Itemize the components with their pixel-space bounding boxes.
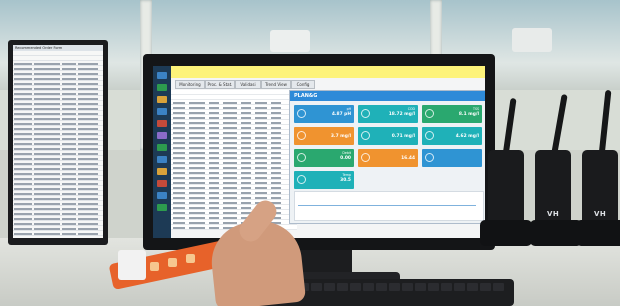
keyboard-key[interactable] xyxy=(415,283,426,291)
data-grid xyxy=(171,90,297,230)
sensor-value: 16.44 xyxy=(401,156,415,161)
keyboard-key[interactable] xyxy=(428,283,439,291)
sensor-value: 3.7 mg/l xyxy=(330,134,351,139)
tab-monitoring[interactable]: Monitoring xyxy=(175,80,205,89)
outdoor-equipment xyxy=(512,28,552,52)
dashboard-title: PLAN&G xyxy=(294,93,318,99)
sensor-value: 4.87 pH xyxy=(331,112,351,117)
walkie-talkie xyxy=(535,150,571,230)
sensor-label: pH xyxy=(346,107,351,111)
app-title-bar xyxy=(171,66,485,78)
outdoor-equipment xyxy=(270,30,310,52)
power-socket xyxy=(186,254,195,263)
sensor-value: 30.5 xyxy=(340,178,351,183)
table-row xyxy=(13,236,103,238)
sensor-tile[interactable]: 3.7 mg/l xyxy=(294,127,354,145)
sensor-icon xyxy=(425,153,434,162)
keyboard-key[interactable] xyxy=(363,283,374,291)
app-icon[interactable] xyxy=(157,180,167,187)
sensor-tile[interactable]: 4.62 mg/l xyxy=(422,127,482,145)
sensor-value: 0.00 xyxy=(340,156,351,161)
sensor-label: Debit xyxy=(342,151,351,155)
sensor-icon xyxy=(297,175,306,184)
walkie-talkie xyxy=(488,150,524,230)
sensor-icon xyxy=(297,153,306,162)
app-icon[interactable] xyxy=(157,84,167,91)
left-monitor-screen: Recommended Order Form xyxy=(13,45,103,238)
tab-proc-stat[interactable]: Proc. & Stat. xyxy=(205,80,235,89)
left-screen-table xyxy=(13,51,103,238)
sensor-icon xyxy=(361,153,370,162)
keyboard-key[interactable] xyxy=(493,283,504,291)
keyboard-key[interactable] xyxy=(350,283,361,291)
trend-line xyxy=(298,205,476,206)
radio-charger xyxy=(480,220,532,246)
sensor-icon xyxy=(297,109,306,118)
sensor-label: TSS xyxy=(473,107,479,111)
keyboard-key[interactable] xyxy=(389,283,400,291)
sensor-tile[interactable]: 16.44 xyxy=(358,149,418,167)
sensor-tile[interactable]: TSS 8.1 mg/l xyxy=(422,105,482,123)
sensor-icon xyxy=(425,109,434,118)
app-icon[interactable] xyxy=(157,204,167,211)
sensor-value: 4.62 mg/l xyxy=(455,134,479,139)
sensor-label: Temp xyxy=(342,173,352,177)
application-window: Monitoring Proc. & Stat. Validasi Trend … xyxy=(171,66,485,238)
photo-scene: Recommended Order Form Monitoring Proc. … xyxy=(0,0,620,306)
app-icon[interactable] xyxy=(157,156,167,163)
app-icon[interactable] xyxy=(157,168,167,175)
app-icon[interactable] xyxy=(157,72,167,79)
dashboard-header: PLAN&G xyxy=(290,91,485,101)
radio-brand-label: VH xyxy=(594,210,607,218)
trend-chart-area xyxy=(294,191,484,221)
app-icon[interactable] xyxy=(157,144,167,151)
keyboard-key[interactable] xyxy=(337,283,348,291)
sensor-tile[interactable] xyxy=(422,149,482,167)
sensor-tile[interactable]: pH 4.87 pH xyxy=(294,105,354,123)
walkie-talkie xyxy=(582,150,618,230)
power-socket xyxy=(168,258,177,267)
keyboard-key[interactable] xyxy=(480,283,491,291)
keyboard-key[interactable] xyxy=(311,283,322,291)
sensor-tile[interactable]: COD 18.72 mg/l xyxy=(358,105,418,123)
charger-plug xyxy=(118,250,146,280)
tab-validasi[interactable]: Validasi xyxy=(235,80,261,89)
app-icon[interactable] xyxy=(157,108,167,115)
sensor-value: 8.1 mg/l xyxy=(458,112,479,117)
main-screen: Monitoring Proc. & Stat. Validasi Trend … xyxy=(153,66,485,238)
sensor-tile[interactable]: Debit 0.00 xyxy=(294,149,354,167)
app-icon[interactable] xyxy=(157,192,167,199)
keyboard-key[interactable] xyxy=(402,283,413,291)
power-socket xyxy=(150,262,159,271)
radio-charger xyxy=(530,220,582,246)
tab-trend-view[interactable]: Trend View xyxy=(261,80,291,89)
app-icon[interactable] xyxy=(157,96,167,103)
keyboard-key[interactable] xyxy=(454,283,465,291)
sensor-icon xyxy=(425,131,434,140)
sensor-value: 0.71 mg/l xyxy=(391,134,415,139)
sensor-value: 18.72 mg/l xyxy=(388,112,415,117)
dashboard-window: PLAN&G pH 4.87 pH COD 18.72 mg/l TSS 8.1 mg/l… xyxy=(289,90,485,224)
sensor-tile[interactable]: Temp 30.5 xyxy=(294,171,354,189)
sensor-label: COD xyxy=(407,107,415,111)
keyboard-key[interactable] xyxy=(441,283,452,291)
desktop-taskbar xyxy=(153,66,171,238)
app-icon[interactable] xyxy=(157,120,167,127)
sensor-tile[interactable]: 0.71 mg/l xyxy=(358,127,418,145)
keyboard-key[interactable] xyxy=(376,283,387,291)
keyboard-key[interactable] xyxy=(467,283,478,291)
radio-brand-label: VH xyxy=(547,210,560,218)
sensor-icon xyxy=(297,131,306,140)
keyboard-key[interactable] xyxy=(324,283,335,291)
sensor-icon xyxy=(361,131,370,140)
radio-charger xyxy=(576,220,620,246)
app-icon[interactable] xyxy=(157,132,167,139)
tab-config[interactable]: Config xyxy=(291,80,315,89)
sensor-icon xyxy=(361,109,370,118)
